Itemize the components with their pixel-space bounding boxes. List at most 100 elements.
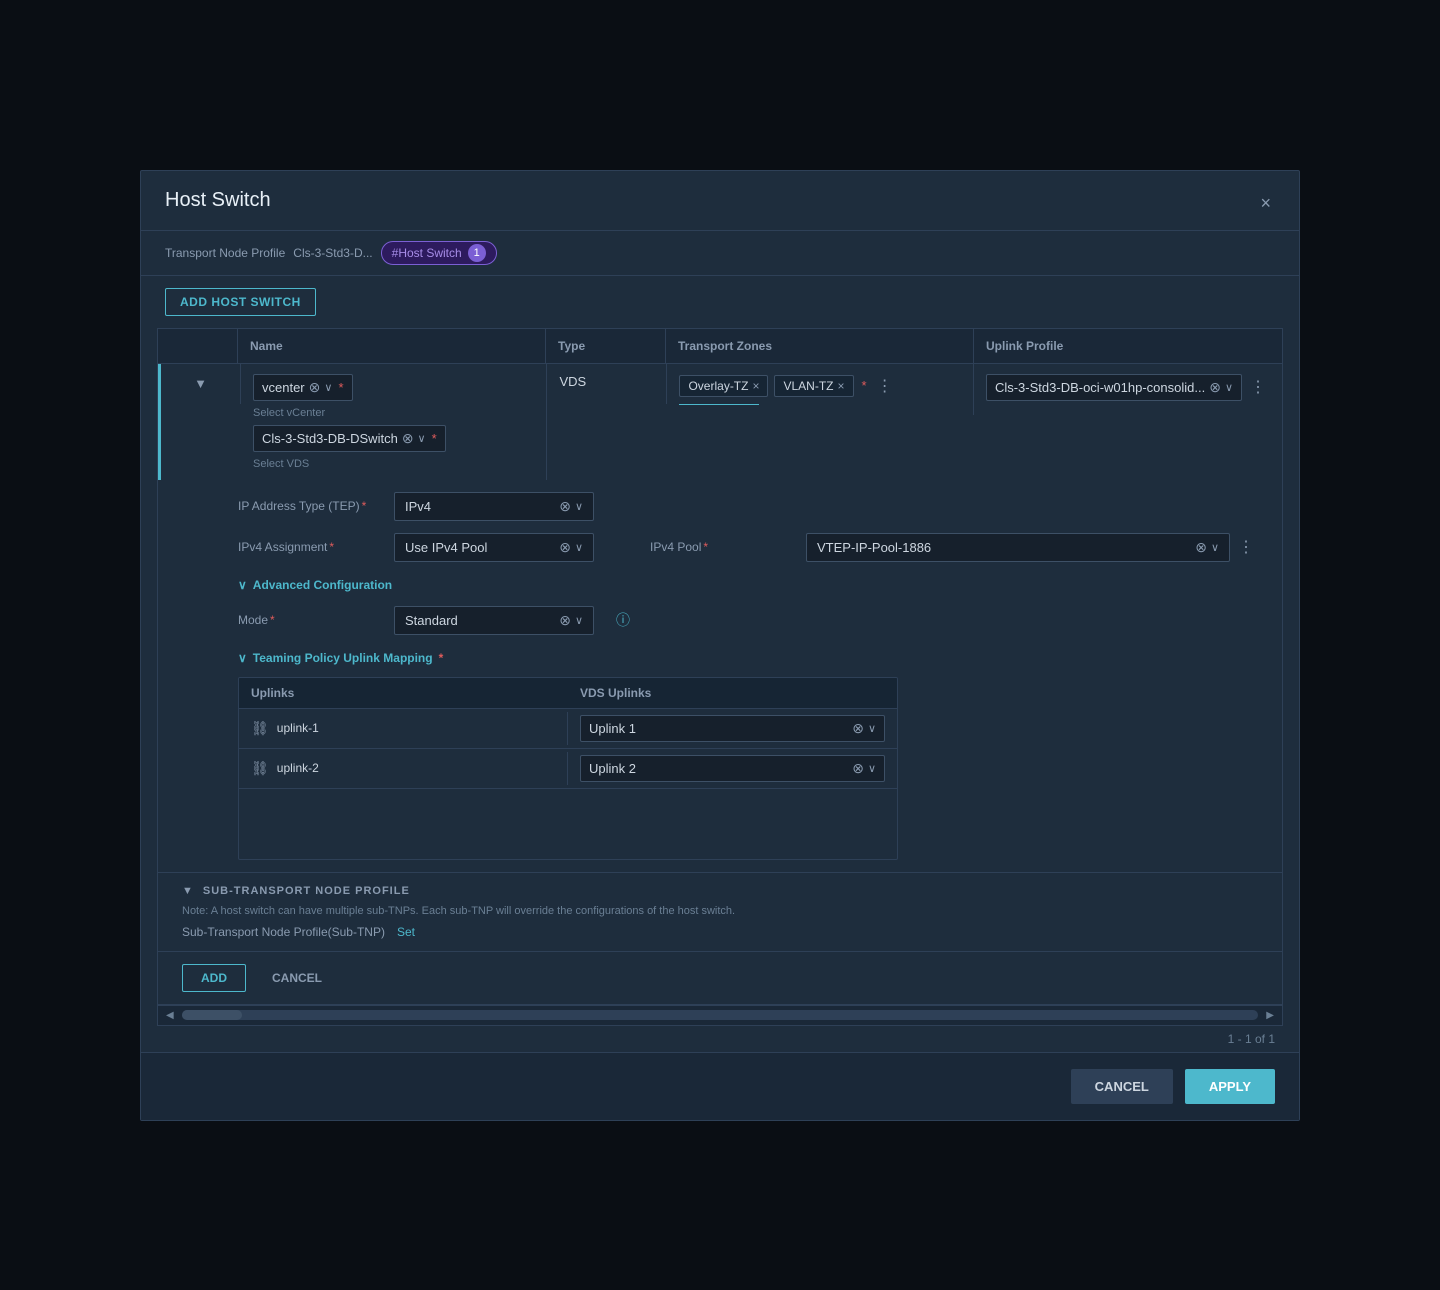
col-uplink-profile: Uplink Profile	[974, 329, 1282, 363]
ipv4-pool-field[interactable]: VTEP-IP-Pool-1886 ⊗ ∨	[806, 533, 1230, 562]
col-name: Name	[238, 329, 546, 363]
tz-overlay-remove[interactable]: ×	[752, 379, 759, 393]
ipv4-pool-value: VTEP-IP-Pool-1886	[817, 540, 1191, 555]
horizontal-scrollbar[interactable]	[182, 1010, 1259, 1020]
pagination-row: 1 - 1 of 1	[141, 1026, 1299, 1052]
sub-transport-label: Sub-Transport Node Profile(Sub-TNP)	[182, 925, 385, 939]
mode-info-icon[interactable]: ⓘ	[616, 610, 630, 630]
ip-type-chevron-icon[interactable]: ∨	[575, 500, 583, 513]
type-cell: VDS	[547, 364, 667, 404]
ipv4-assign-label: IPv4 Assignment*	[238, 540, 378, 554]
vcenter-field[interactable]: vcenter ⊗ ∨ *	[253, 374, 353, 401]
ip-type-clear-icon[interactable]: ⊗	[559, 498, 571, 515]
ipv4-pool-more-icon[interactable]: ⋮	[1234, 535, 1258, 559]
ipv4-assign-clear-icon[interactable]: ⊗	[559, 539, 571, 556]
uplink-row-2: ⛓ uplink-2 Uplink 2 ⊗ ∨	[239, 749, 897, 789]
badge-count: 1	[468, 244, 486, 262]
mode-field[interactable]: Standard ⊗ ∨	[394, 606, 594, 635]
uplink-2-vds-cell: Uplink 2 ⊗ ∨	[568, 749, 897, 788]
uplink-profile-cell: Cls-3-Std3-DB-oci-w01hp-consolid... ⊗ ∨ …	[974, 364, 1282, 411]
breadcrumb: Transport Node Profile Cls-3-Std3-D... #…	[141, 231, 1299, 276]
vds-hint: Select VDS	[253, 458, 534, 470]
vds-chevron-icon[interactable]: ∨	[418, 432, 426, 445]
col-transport-zones: Transport Zones	[666, 329, 974, 363]
uplink-2-chevron-icon[interactable]: ∨	[868, 762, 876, 775]
uplink-1-clear-icon[interactable]: ⊗	[852, 720, 864, 737]
uplink-2-vds-select[interactable]: Uplink 2 ⊗ ∨	[580, 755, 885, 782]
teaming-toggle[interactable]: ∨ Teaming Policy Uplink Mapping *	[238, 647, 1258, 669]
tz-tags: Overlay-TZ × VLAN-TZ × * ⋮	[679, 374, 960, 398]
tz-vlan-label: VLAN-TZ	[783, 379, 833, 393]
scroll-left-icon[interactable]: ◀	[166, 1010, 174, 1021]
tz-underline	[679, 404, 759, 405]
footer-cancel-button[interactable]: CANCEL	[1071, 1069, 1173, 1104]
uplink-1-vds-select[interactable]: Uplink 1 ⊗ ∨	[580, 715, 885, 742]
sub-transport-collapse-icon[interactable]: ▼	[182, 885, 193, 897]
table-row: ▼ vcenter ⊗ ∨ *	[158, 364, 1282, 1005]
mode-chevron-icon[interactable]: ∨	[575, 614, 583, 627]
sub-transport-set-link[interactable]: Set	[397, 925, 415, 939]
modal-footer: CANCEL APPLY	[141, 1052, 1299, 1120]
modal-overlay: Host Switch × Transport Node Profile Cls…	[0, 0, 1440, 1290]
uplink-1-name-cell: ⛓ uplink-1	[239, 712, 568, 745]
table-header: Name Type Transport Zones Uplink Profile	[158, 329, 1282, 364]
uplink-cell: Cls-3-Std3-DB-oci-w01hp-consolid... ⊗ ∨ …	[986, 374, 1270, 401]
tz-vlan-remove[interactable]: ×	[838, 379, 845, 393]
expanded-form: IP Address Type (TEP)* IPv4 ⊗ ∨ IPv4	[158, 480, 1282, 860]
vds-clear-icon[interactable]: ⊗	[402, 430, 414, 447]
expand-icon: ▼	[194, 376, 207, 391]
advanced-config-label: Advanced Configuration	[253, 578, 392, 592]
modal-header: Host Switch ×	[141, 171, 1299, 231]
add-button[interactable]: ADD	[182, 964, 246, 992]
tz-tag-overlay: Overlay-TZ ×	[679, 375, 768, 397]
footer-apply-button[interactable]: APPLY	[1185, 1069, 1275, 1104]
uplinks-table: Uplinks VDS Uplinks ⛓ uplink-1	[238, 677, 898, 860]
col-type: Type	[546, 329, 666, 363]
vcenter-clear-icon[interactable]: ⊗	[309, 379, 321, 396]
uplinks-header: Uplinks VDS Uplinks	[239, 678, 897, 709]
ipv4-assign-value: Use IPv4 Pool	[405, 540, 555, 555]
uplink-2-icon: ⛓	[251, 760, 269, 777]
ipv4-pool-chevron-icon[interactable]: ∨	[1211, 541, 1219, 554]
cancel-button[interactable]: CANCEL	[258, 965, 336, 991]
vcenter-chevron-icon[interactable]: ∨	[324, 381, 332, 394]
scrollbar-thumb	[182, 1010, 242, 1020]
tz-required: *	[862, 378, 867, 393]
ipv4-assign-field[interactable]: Use IPv4 Pool ⊗ ∨	[394, 533, 594, 562]
badge-text: #Host Switch	[392, 246, 462, 260]
col-empty	[158, 329, 238, 363]
uplink-2-clear-icon[interactable]: ⊗	[852, 760, 864, 777]
uplink-2-name: uplink-2	[277, 761, 319, 775]
name-cell: vcenter ⊗ ∨ * Select vCenter Cls-3-Std3-…	[241, 364, 547, 480]
row-expand-cell[interactable]: ▼	[161, 364, 241, 404]
tz-more-icon[interactable]: ⋮	[873, 374, 897, 398]
sub-transport-header: ▼ SUB-TRANSPORT NODE PROFILE	[182, 885, 1258, 897]
vcenter-hint: Select vCenter	[253, 407, 534, 419]
vds-uplinks-col-header: VDS Uplinks	[568, 678, 897, 708]
table-body: ▼ vcenter ⊗ ∨ *	[158, 364, 1282, 1005]
uplink-clear-icon[interactable]: ⊗	[1209, 379, 1221, 396]
uplink-1-chevron-icon[interactable]: ∨	[868, 722, 876, 735]
ipv4-pool-container: VTEP-IP-Pool-1886 ⊗ ∨ ⋮	[806, 533, 1258, 562]
ipv4-assign-chevron-icon[interactable]: ∨	[575, 541, 583, 554]
uplink-row-1: ⛓ uplink-1 Uplink 1 ⊗ ∨	[239, 709, 897, 749]
uplink-profile-field[interactable]: Cls-3-Std3-DB-oci-w01hp-consolid... ⊗ ∨	[986, 374, 1242, 401]
host-switch-modal: Host Switch × Transport Node Profile Cls…	[140, 170, 1300, 1121]
uplink-1-vds-value: Uplink 1	[589, 721, 636, 736]
breadcrumb-value: Cls-3-Std3-D...	[293, 246, 372, 260]
vds-field[interactable]: Cls-3-Std3-DB-DSwitch ⊗ ∨ *	[253, 425, 446, 452]
mode-label: Mode*	[238, 613, 378, 627]
advanced-config-toggle[interactable]: ∨ Advanced Configuration	[238, 574, 1258, 596]
add-host-switch-button[interactable]: ADD HOST SWITCH	[165, 288, 316, 316]
vcenter-required: *	[338, 380, 343, 395]
ip-type-field[interactable]: IPv4 ⊗ ∨	[394, 492, 594, 521]
scroll-right-icon[interactable]: ▶	[1266, 1010, 1274, 1021]
ipv4-pool-clear-icon[interactable]: ⊗	[1195, 539, 1207, 556]
mode-clear-icon[interactable]: ⊗	[559, 612, 571, 629]
uplink-more-icon[interactable]: ⋮	[1246, 375, 1270, 399]
close-button[interactable]: ×	[1256, 189, 1275, 218]
sub-transport-row: Sub-Transport Node Profile(Sub-TNP) Set	[182, 925, 1258, 939]
horizontal-scrollbar-container: ◀ ▶	[158, 1005, 1282, 1025]
uplink-chevron-icon[interactable]: ∨	[1225, 381, 1233, 394]
pagination-text: 1 - 1 of 1	[1228, 1032, 1275, 1046]
